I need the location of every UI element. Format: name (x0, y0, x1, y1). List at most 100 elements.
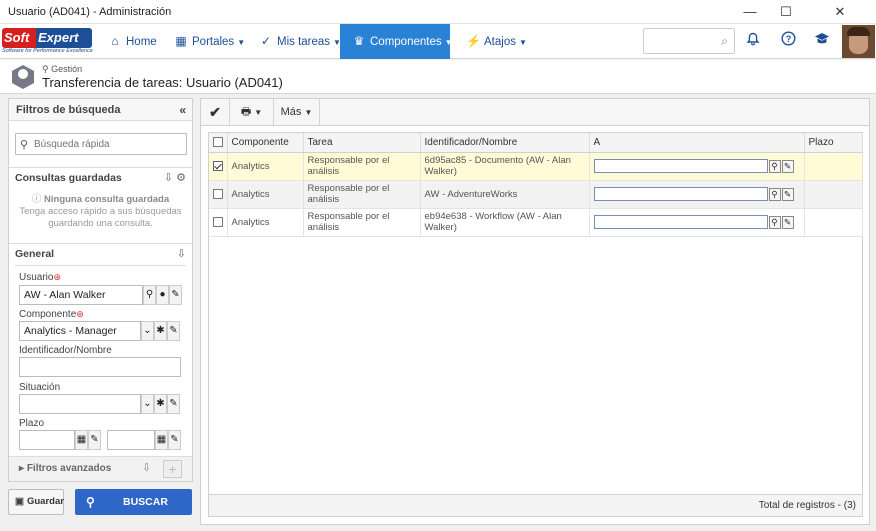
graduation-cap-icon[interactable] (812, 31, 832, 51)
check-icon: ✔ (209, 104, 221, 120)
row-select-cell[interactable] (209, 152, 228, 181)
clear-icon[interactable]: ✎ (169, 285, 182, 305)
search-icon[interactable]: ⚲ (768, 215, 781, 229)
search-icon[interactable]: ⚲ (768, 159, 781, 173)
search-icon[interactable]: ⚲ (768, 187, 781, 201)
calendar-icon[interactable]: ▦ (75, 430, 88, 450)
help-icon[interactable]: ? (778, 31, 798, 51)
nav-mis-tareas[interactable]: ✓ Mis tareas ▼ (251, 24, 349, 59)
filters-header: Filtros de búsqueda « (9, 99, 192, 121)
clear-icon[interactable]: ✎ (167, 321, 180, 341)
quick-search-input[interactable] (34, 136, 184, 152)
minimize-button[interactable]: — (732, 0, 768, 24)
table-row[interactable]: Analytics Responsable por el análisis 6d… (209, 152, 863, 181)
avatar[interactable] (842, 25, 875, 58)
search-filters-panel: Filtros de búsqueda « ⚲ Consultas guarda… (8, 98, 193, 482)
page-header: ⚲ Gestión Transferencia de tareas: Usuar… (0, 60, 876, 94)
pin-icon[interactable]: ⇩ (177, 244, 186, 264)
search-button-label: BUSCAR (123, 496, 168, 508)
saved-queries-header: Consultas guardadas ⇩ ⚙ (9, 168, 192, 188)
advanced-filters-label: ▸ Filtros avanzados (19, 463, 112, 474)
asterisk-icon[interactable]: ✱ (154, 394, 167, 414)
row-checkbox[interactable] (213, 160, 223, 171)
search-icon: ⚲ (86, 495, 95, 509)
column-header[interactable]: Tarea (303, 133, 421, 153)
gear-icon[interactable]: ⚙ (176, 172, 186, 184)
close-button[interactable]: ✕ (804, 0, 876, 24)
select-all-checkbox[interactable] (213, 137, 223, 148)
row-select-cell[interactable] (209, 180, 228, 209)
pin-icon[interactable]: ⇩ (164, 172, 173, 184)
top-search-input[interactable]: ⌕ (643, 28, 735, 54)
identificador-cell: eb94e638 - Workflow (AW - Alan Walker) (420, 208, 590, 237)
clear-icon[interactable]: ✎ (168, 430, 181, 450)
a-input[interactable] (593, 187, 768, 201)
search-button[interactable]: ⚲ BUSCAR (75, 489, 192, 515)
nav-home[interactable]: ⌂ Home (100, 24, 165, 59)
pin-icon[interactable]: ⇩ (142, 461, 151, 474)
logo-soft: Soft (2, 28, 36, 48)
bell-icon[interactable] (743, 31, 763, 51)
confirm-button[interactable]: ✔ (201, 99, 230, 125)
column-header[interactable]: Identificador/Nombre (420, 133, 590, 153)
quick-search-field[interactable]: ⚲ (15, 133, 187, 155)
plazo-from-input[interactable] (19, 430, 75, 450)
print-button[interactable]: 🖶 ▼ (230, 99, 274, 125)
advanced-filters-bar[interactable]: ▸ Filtros avanzados ⇩ + (9, 456, 192, 481)
clear-icon[interactable]: ✎ (781, 187, 794, 201)
calendar-icon[interactable]: ▦ (155, 430, 168, 450)
nav-componentes[interactable]: ♛ Componentes ▼ (340, 24, 453, 59)
breadcrumb-label: Gestión (51, 64, 83, 74)
situacion-select[interactable] (19, 394, 141, 414)
row-checkbox[interactable] (213, 188, 223, 199)
chevron-down-icon[interactable]: ⌄ (141, 394, 154, 414)
plazo-to-input[interactable] (107, 430, 155, 450)
row-checkbox[interactable] (213, 216, 223, 227)
clear-icon[interactable]: ✎ (781, 215, 794, 229)
required-icon: ⊛ (76, 309, 84, 319)
table-row[interactable]: Analytics Responsable por el análisis AW… (209, 180, 863, 209)
situacion-label: Situación (19, 382, 61, 393)
save-button[interactable]: ▣ Guardar (8, 489, 64, 515)
clear-icon[interactable]: ✎ (167, 394, 180, 414)
componente-cell: Analytics (227, 208, 304, 237)
column-header[interactable]: A (589, 133, 805, 153)
select-all-cell[interactable] (209, 133, 228, 153)
filters-title: Filtros de búsqueda (16, 104, 121, 116)
bolt-icon: ⚡ (466, 34, 481, 48)
home-icon: ⌂ (111, 34, 119, 48)
add-filter-button[interactable]: + (163, 460, 182, 478)
tarea-cell: Responsable por el análisis (303, 180, 421, 209)
toolbar: ✔ 🖶 ▼ Más ▼ (201, 99, 869, 126)
trophy-icon: ♛ (353, 34, 365, 48)
a-input[interactable] (593, 215, 768, 229)
search-icon[interactable]: ⚲ (143, 285, 156, 305)
general-title: General (15, 248, 55, 260)
clear-icon[interactable]: ✎ (88, 430, 101, 450)
column-header[interactable]: Plazo (804, 133, 863, 153)
componente-select[interactable]: Analytics - Manager (19, 321, 141, 341)
identificador-input[interactable] (19, 357, 181, 377)
asterisk-icon[interactable]: ✱ (154, 321, 167, 341)
chevron-down-icon: ▼ (237, 38, 246, 47)
table-row[interactable]: Analytics Responsable por el análisis eb… (209, 208, 863, 237)
saved-queries-title: Consultas guardadas (15, 172, 122, 184)
chevron-down-icon: ▼ (254, 108, 263, 117)
collapse-icon[interactable]: « (179, 99, 186, 121)
row-select-cell[interactable] (209, 208, 228, 237)
column-header[interactable]: Componente (227, 133, 304, 153)
a-input[interactable] (593, 159, 768, 173)
user-icon[interactable]: ● (156, 285, 169, 305)
breadcrumb[interactable]: ⚲ Gestión (42, 64, 82, 75)
nav-portales[interactable]: ▦ Portales ▼ (166, 24, 253, 59)
total-records-value: - (3) (837, 500, 856, 511)
chevron-down-icon: ▼ (518, 38, 527, 47)
nav-atajos[interactable]: ⚡ Atajos ▼ (458, 24, 535, 59)
chevron-down-icon[interactable]: ⌄ (141, 321, 154, 341)
usuario-field[interactable]: AW - Alan Walker (19, 285, 143, 305)
more-button[interactable]: Más ▼ (274, 99, 320, 125)
clear-icon[interactable]: ✎ (781, 159, 794, 173)
maximize-button[interactable]: ☐ (768, 0, 804, 24)
softexpert-logo[interactable]: Soft Expert Software for Performance Exc… (2, 28, 93, 54)
required-icon: ⊛ (53, 272, 62, 282)
